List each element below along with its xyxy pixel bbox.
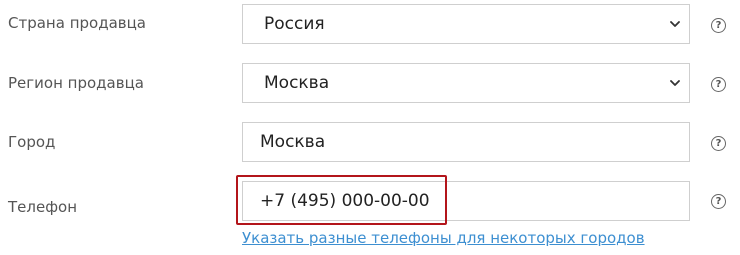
city-label: Город <box>8 133 56 151</box>
region-label: Регион продавца <box>8 74 144 92</box>
city-input[interactable]: Москва <box>242 122 690 162</box>
region-select-value: Москва <box>264 73 330 93</box>
phone-input-value: +7 (495) 000-00-00 <box>260 191 430 211</box>
city-input-value: Москва <box>260 132 326 152</box>
country-help-icon[interactable]: ? <box>711 18 726 33</box>
different-phones-link[interactable]: Указать разные телефоны для некоторых го… <box>242 229 645 247</box>
phone-label: Телефон <box>8 198 78 216</box>
chevron-down-icon <box>670 80 680 86</box>
phone-help-icon[interactable]: ? <box>711 194 726 209</box>
region-help-icon[interactable]: ? <box>711 77 726 92</box>
country-select[interactable]: Россия <box>242 4 690 44</box>
phone-input[interactable]: +7 (495) 000-00-00 <box>242 181 690 221</box>
chevron-down-icon <box>670 21 680 27</box>
city-help-icon[interactable]: ? <box>711 136 726 151</box>
region-select[interactable]: Москва <box>242 63 690 103</box>
country-label: Страна продавца <box>8 14 147 32</box>
country-select-value: Россия <box>264 14 325 34</box>
